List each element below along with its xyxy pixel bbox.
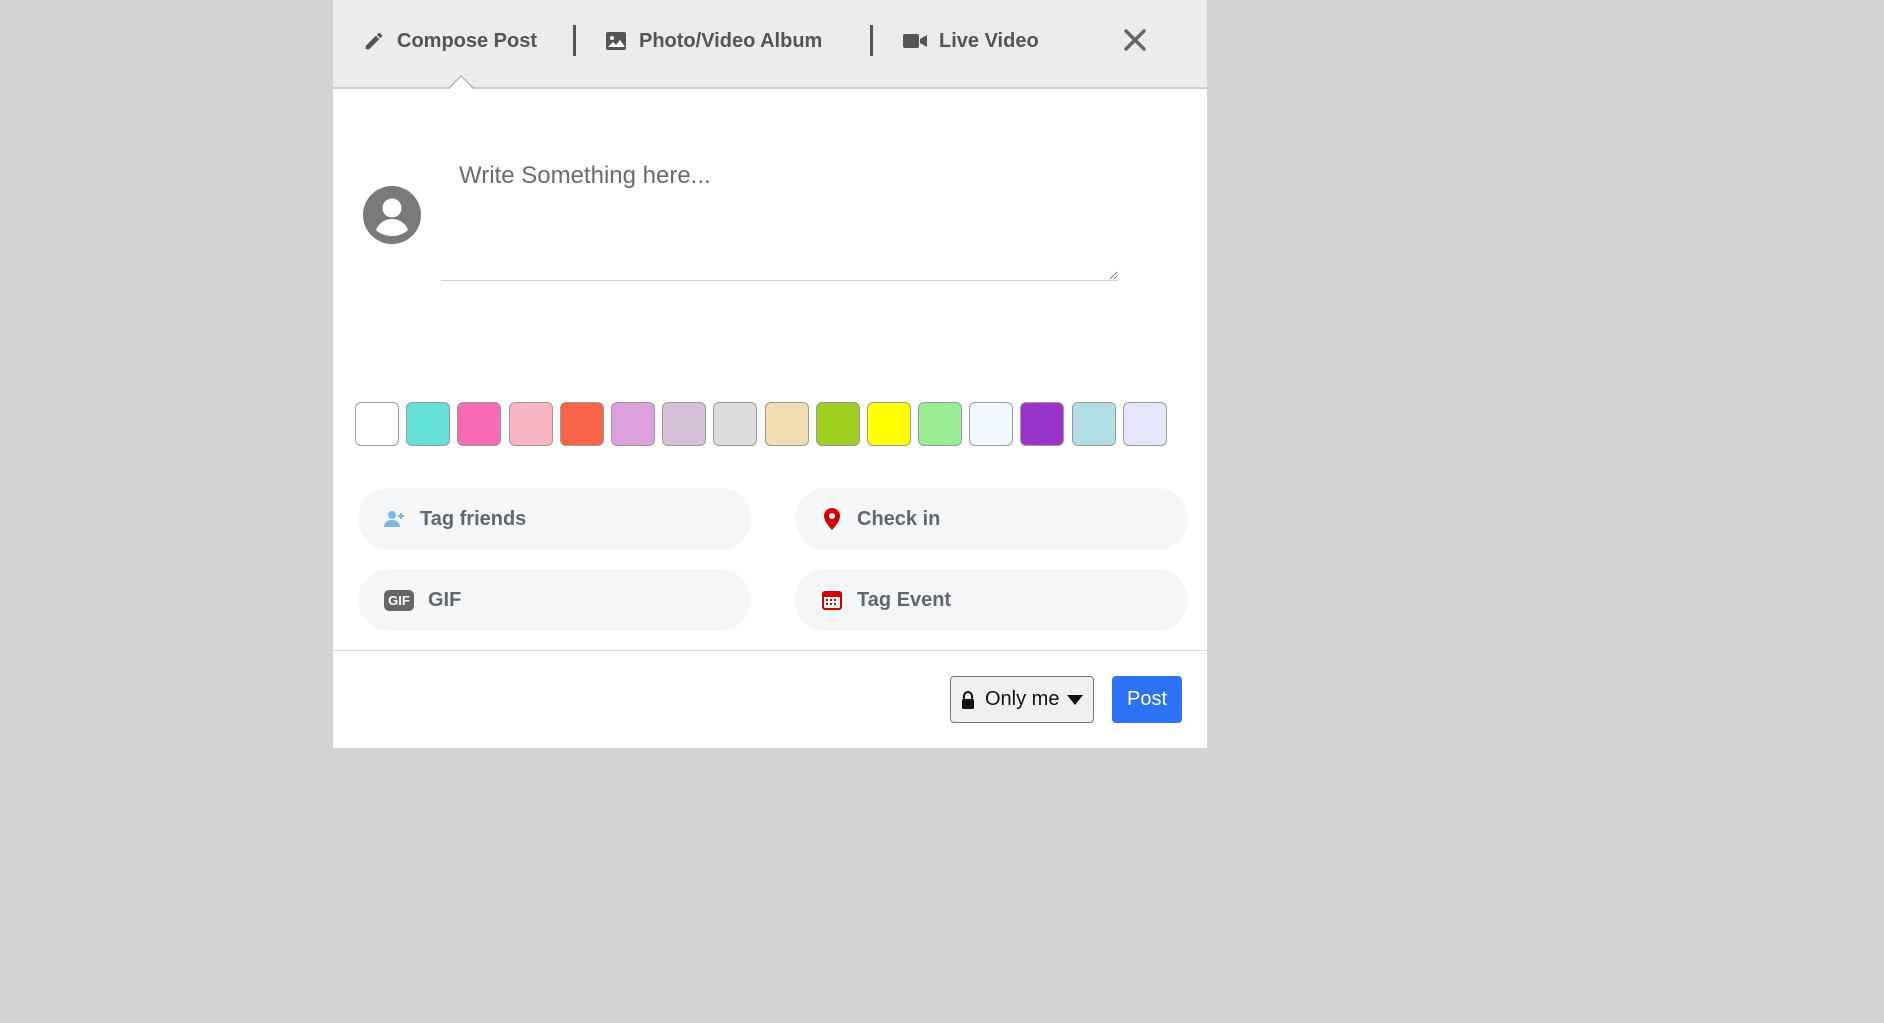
gif-button[interactable]: GIF GIF [358,569,751,631]
video-camera-icon [903,32,927,50]
avatar [363,186,421,244]
color-swatch[interactable] [559,402,604,446]
footer-divider [333,650,1207,651]
option-label: Tag Event [857,588,952,611]
calendar-icon [821,590,843,610]
add-friend-icon [384,510,406,528]
tab-live-video[interactable]: Live Video [903,26,1039,56]
close-icon[interactable] [1121,26,1149,54]
tab-bar: Compose Post Photo/Video Album Live Vide… [333,0,1207,89]
tab-compose-post[interactable]: Compose Post [363,26,537,56]
location-pin-icon [821,508,843,530]
privacy-select[interactable]: Only me [950,676,1094,723]
color-swatch[interactable] [764,402,809,446]
tab-label: Photo/Video Album [639,29,823,52]
color-swatch[interactable] [969,402,1014,446]
color-swatch[interactable] [866,402,911,446]
privacy-value: Only me [985,688,1060,710]
post-text-input[interactable] [441,152,1118,281]
gif-icon-label: GIF [384,589,414,611]
tag-event-button[interactable]: Tag Event [795,569,1188,631]
color-swatch[interactable] [406,402,451,446]
color-swatch[interactable] [918,402,963,446]
tab-photo-video-album[interactable]: Photo/Video Album [605,26,822,56]
color-swatch[interactable] [662,402,707,446]
color-swatch[interactable] [1071,402,1116,446]
color-swatch[interactable] [815,402,860,446]
color-swatch[interactable] [1122,402,1167,446]
gif-icon: GIF [384,589,414,611]
color-swatch[interactable] [610,402,655,446]
background-color-picker [355,402,1174,446]
compose-modal: Compose Post Photo/Video Album Live Vide… [333,0,1207,748]
tab-label: Live Video [939,29,1039,52]
lock-icon [961,690,975,710]
tab-label: Compose Post [397,29,538,52]
option-label: GIF [428,588,462,611]
option-label: Check in [857,507,941,530]
color-swatch[interactable] [355,402,399,446]
image-icon [605,31,627,51]
color-swatch[interactable] [508,402,553,446]
tag-friends-button[interactable]: Tag friends [358,488,751,550]
active-tab-caret [447,75,475,89]
pencil-icon [363,30,385,52]
post-button[interactable]: Post [1112,676,1182,723]
tab-separator [573,25,576,56]
color-swatch[interactable] [713,402,758,446]
check-in-button[interactable]: Check in [795,488,1188,550]
color-swatch[interactable] [457,402,502,446]
color-swatch[interactable] [1020,402,1065,446]
caret-down-icon [1067,694,1084,705]
tab-separator [870,25,873,56]
option-label: Tag friends [420,507,527,530]
